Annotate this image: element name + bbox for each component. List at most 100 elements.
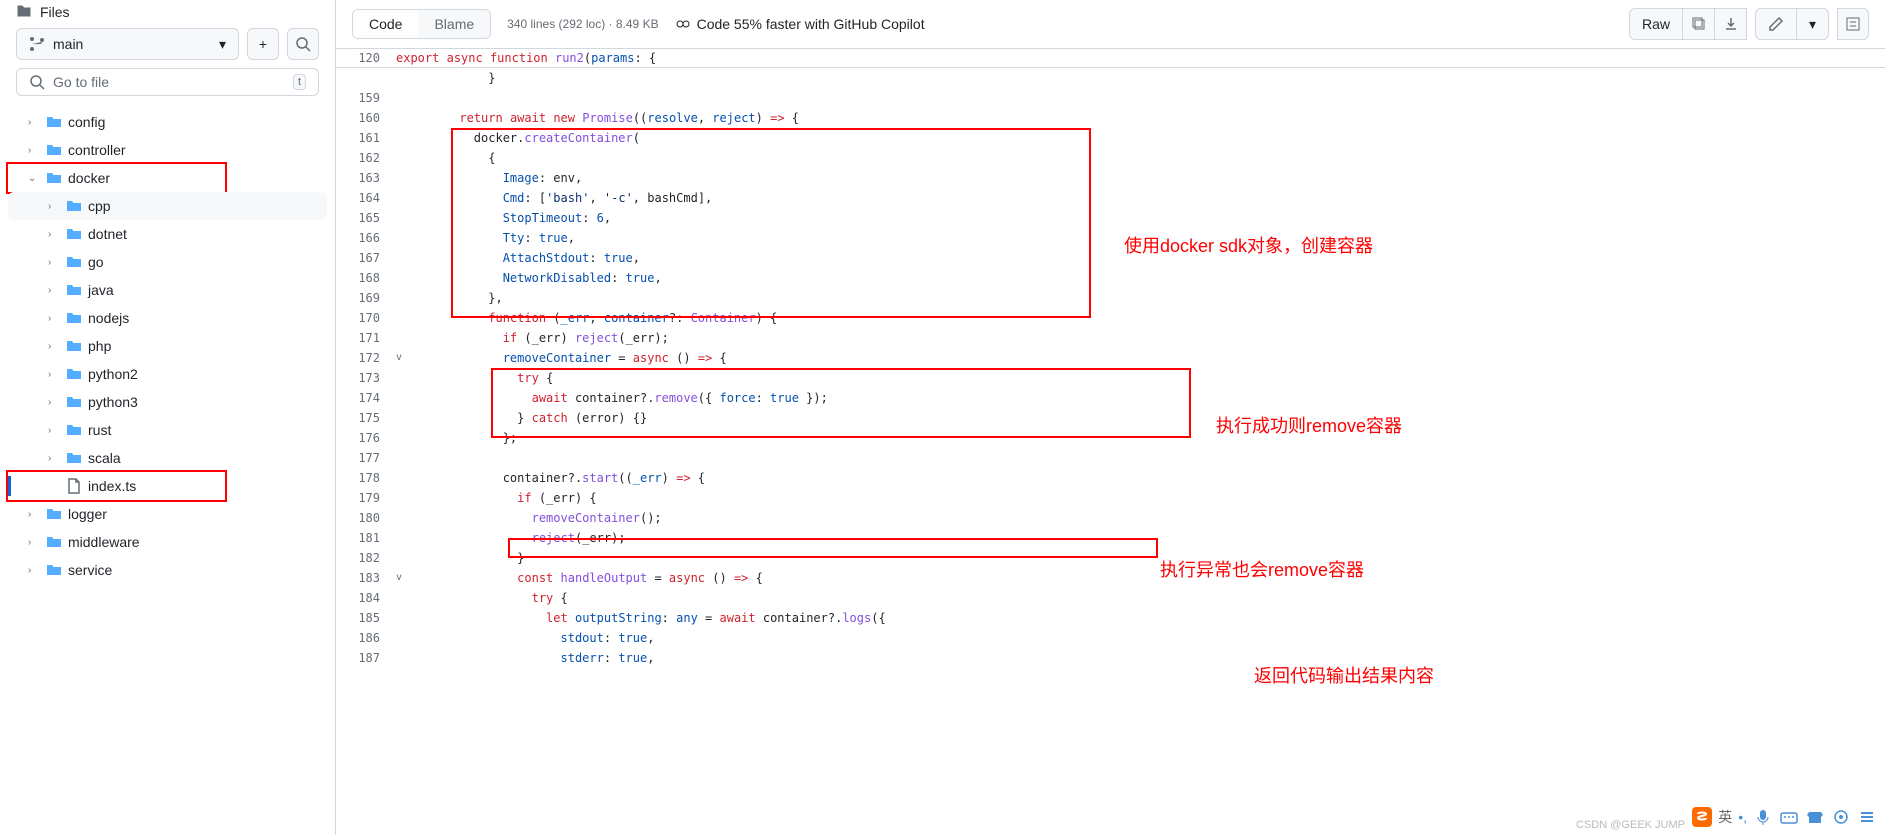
line-number[interactable]: 168	[336, 268, 396, 288]
sogou-icon[interactable]	[1692, 807, 1712, 827]
fold-icon[interactable]	[396, 648, 416, 668]
fold-icon[interactable]: v	[396, 568, 416, 588]
line-number[interactable]: 167	[336, 248, 396, 268]
tab-blame[interactable]: Blame	[418, 10, 490, 38]
line-number[interactable]: 174	[336, 388, 396, 408]
line-number[interactable]: 165	[336, 208, 396, 228]
ime-keyboard-icon[interactable]	[1779, 807, 1799, 827]
tree-item-logger[interactable]: ›logger	[8, 500, 327, 528]
code-line: 180 removeContainer();	[336, 508, 1885, 528]
line-number[interactable]: 176	[336, 428, 396, 448]
tree-item-service[interactable]: ›service	[8, 556, 327, 584]
line-number[interactable]	[336, 68, 396, 88]
fold-icon[interactable]	[396, 448, 416, 468]
line-number[interactable]: 169	[336, 288, 396, 308]
copy-button[interactable]	[1683, 8, 1715, 40]
download-button[interactable]	[1715, 8, 1747, 40]
line-number[interactable]: 183	[336, 568, 396, 588]
fold-icon[interactable]	[396, 208, 416, 228]
fold-icon[interactable]	[396, 508, 416, 528]
line-number[interactable]: 162	[336, 148, 396, 168]
tree-item-go[interactable]: ›go	[8, 248, 327, 276]
fold-icon[interactable]	[396, 428, 416, 448]
fold-icon[interactable]	[396, 188, 416, 208]
line-number[interactable]: 185	[336, 608, 396, 628]
line-number[interactable]: 171	[336, 328, 396, 348]
fold-icon[interactable]	[396, 288, 416, 308]
fold-icon[interactable]	[396, 368, 416, 388]
line-number[interactable]: 180	[336, 508, 396, 528]
ime-mic-icon[interactable]	[1753, 807, 1773, 827]
file-search-input[interactable]: Go to file t	[16, 68, 319, 96]
line-number[interactable]: 159	[336, 88, 396, 108]
fold-icon[interactable]	[396, 68, 416, 88]
fold-icon[interactable]	[396, 108, 416, 128]
line-number[interactable]: 181	[336, 528, 396, 548]
fold-icon[interactable]	[396, 328, 416, 348]
line-number[interactable]: 175	[336, 408, 396, 428]
fold-icon[interactable]	[396, 128, 416, 148]
tree-item-docker[interactable]: ⌄docker	[8, 164, 327, 192]
add-button[interactable]: +	[247, 28, 279, 60]
tree-item-middleware[interactable]: ›middleware	[8, 528, 327, 556]
tree-item-controller[interactable]: ›controller	[8, 136, 327, 164]
fold-icon[interactable]	[396, 408, 416, 428]
fold-icon[interactable]	[396, 468, 416, 488]
fold-icon[interactable]	[396, 588, 416, 608]
fold-icon[interactable]	[396, 548, 416, 568]
edit-button[interactable]	[1755, 8, 1797, 40]
line-number[interactable]: 179	[336, 488, 396, 508]
tree-item-php[interactable]: ›php	[8, 332, 327, 360]
tree-item-dotnet[interactable]: ›dotnet	[8, 220, 327, 248]
ime-skin-icon[interactable]	[1805, 807, 1825, 827]
fold-icon[interactable]	[396, 168, 416, 188]
line-number[interactable]: 172	[336, 348, 396, 368]
ime-punct[interactable]: •,	[1738, 809, 1747, 825]
symbols-button[interactable]	[1837, 8, 1869, 40]
fold-icon[interactable]	[396, 528, 416, 548]
line-number[interactable]: 166	[336, 228, 396, 248]
fold-icon[interactable]	[396, 248, 416, 268]
tree-item-python3[interactable]: ›python3	[8, 388, 327, 416]
edit-dropdown[interactable]: ▾	[1797, 8, 1829, 40]
fold-icon[interactable]	[396, 488, 416, 508]
search-button[interactable]	[287, 28, 319, 60]
fold-icon[interactable]	[396, 88, 416, 108]
ime-settings-icon[interactable]	[1857, 807, 1877, 827]
line-number[interactable]: 187	[336, 648, 396, 668]
fold-icon[interactable]	[396, 628, 416, 648]
fold-icon[interactable]	[396, 388, 416, 408]
line-number[interactable]: 182	[336, 548, 396, 568]
tree-item-scala[interactable]: ›scala	[8, 444, 327, 472]
line-number[interactable]: 186	[336, 628, 396, 648]
tree-item-index.ts[interactable]: index.ts	[8, 472, 327, 500]
line-number[interactable]: 173	[336, 368, 396, 388]
tree-item-cpp[interactable]: ›cpp	[8, 192, 327, 220]
tree-item-rust[interactable]: ›rust	[8, 416, 327, 444]
line-number[interactable]: 164	[336, 188, 396, 208]
code-area[interactable]: }159160 return await new Promise((resolv…	[336, 68, 1885, 835]
fold-icon[interactable]	[396, 308, 416, 328]
line-number[interactable]: 160	[336, 108, 396, 128]
line-number[interactable]: 163	[336, 168, 396, 188]
tab-code[interactable]: Code	[353, 10, 418, 38]
fold-icon[interactable]	[396, 608, 416, 628]
fold-icon[interactable]: v	[396, 348, 416, 368]
line-number[interactable]: 184	[336, 588, 396, 608]
line-number[interactable]: 178	[336, 468, 396, 488]
fold-icon[interactable]	[396, 148, 416, 168]
line-number[interactable]: 177	[336, 448, 396, 468]
line-number[interactable]: 161	[336, 128, 396, 148]
branch-selector[interactable]: main ▾	[16, 28, 239, 60]
fold-icon[interactable]	[396, 228, 416, 248]
copilot-prompt[interactable]: Code 55% faster with GitHub Copilot	[675, 16, 925, 32]
ime-lang[interactable]: 英	[1718, 807, 1732, 827]
tree-item-java[interactable]: ›java	[8, 276, 327, 304]
tree-item-nodejs[interactable]: ›nodejs	[8, 304, 327, 332]
tree-item-config[interactable]: ›config	[8, 108, 327, 136]
fold-icon[interactable]	[396, 268, 416, 288]
ime-tool-icon[interactable]	[1831, 807, 1851, 827]
raw-button[interactable]: Raw	[1629, 8, 1683, 40]
line-number[interactable]: 170	[336, 308, 396, 328]
tree-item-python2[interactable]: ›python2	[8, 360, 327, 388]
